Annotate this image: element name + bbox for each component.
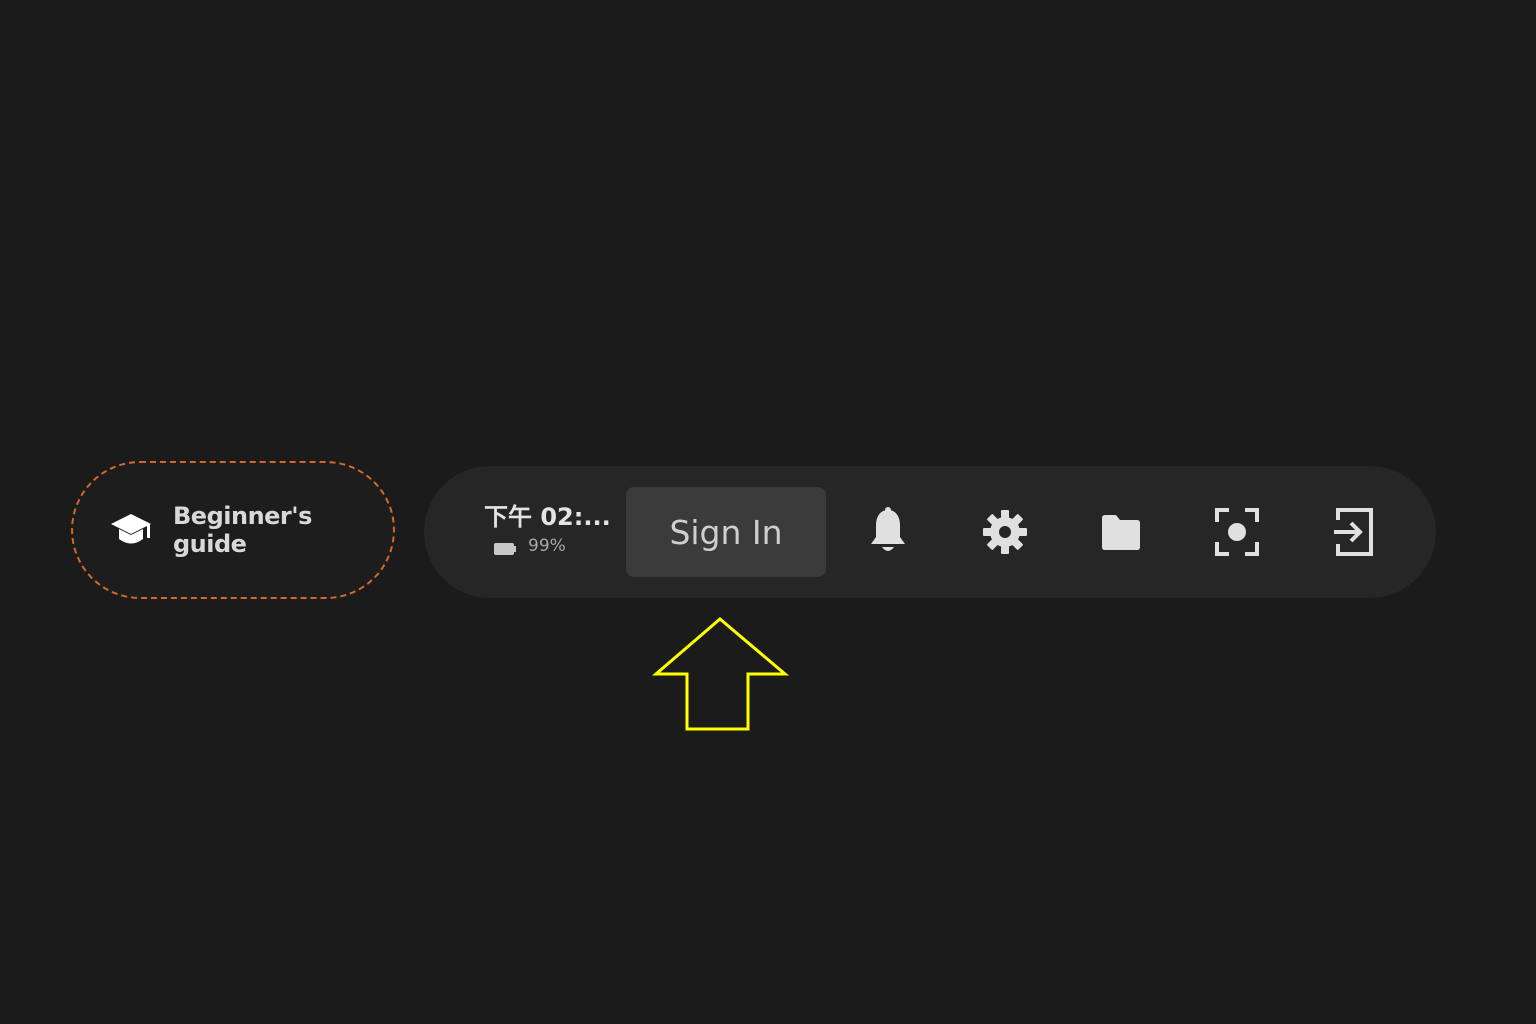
screenshot-icon[interactable] bbox=[1207, 502, 1267, 562]
up-arrow-icon bbox=[650, 614, 792, 740]
beginners-guide-button[interactable]: Beginner's guide bbox=[71, 461, 395, 599]
top-toolbar: 下午 02:... 99% Sign In bbox=[424, 466, 1436, 598]
bell-icon[interactable] bbox=[858, 502, 918, 562]
battery-percentage: 99% bbox=[528, 536, 566, 556]
battery-icon bbox=[494, 540, 516, 555]
gear-icon[interactable] bbox=[975, 502, 1035, 562]
status-area: 下午 02:... 99% bbox=[484, 500, 614, 556]
sign-out-icon[interactable] bbox=[1323, 502, 1383, 562]
sign-in-button[interactable]: Sign In bbox=[626, 487, 826, 577]
clock-time: 下午 02:... bbox=[484, 503, 611, 531]
graduation-cap-icon bbox=[109, 508, 153, 552]
beginners-guide-label: Beginner's guide bbox=[173, 502, 312, 558]
folder-icon[interactable] bbox=[1091, 502, 1151, 562]
battery-status: 99% bbox=[484, 536, 614, 556]
